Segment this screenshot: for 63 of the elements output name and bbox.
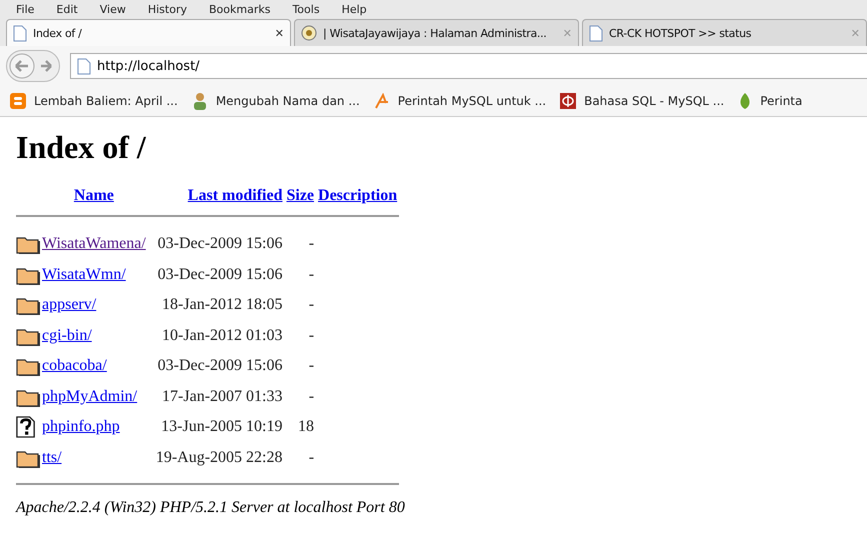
file-link[interactable]: WisataWmn/ <box>42 266 126 283</box>
file-size: - <box>308 235 314 252</box>
modified-date: 03-Dec-2009 15:06 <box>158 266 282 283</box>
page-icon <box>77 58 91 74</box>
forward-arrow-icon <box>39 59 53 73</box>
blog-icon <box>10 93 26 109</box>
leaf-icon <box>738 92 752 110</box>
file-size: - <box>308 448 314 466</box>
column-header-link[interactable]: Last modified <box>188 187 282 204</box>
column-header-link[interactable]: Name <box>74 187 114 204</box>
menu-item[interactable]: Bookmarks <box>206 3 272 16</box>
tab-title: CR-CK HOTSPOT >> status <box>609 26 752 40</box>
page-icon <box>589 24 603 42</box>
file-size: - <box>308 388 314 405</box>
browser-tab[interactable]: CR-CK HOTSPOT >> status ✕ <box>582 19 867 46</box>
file-size: - <box>308 296 314 314</box>
bookmark-item[interactable]: Lembah Baliem: April ... <box>10 93 178 109</box>
arrow-icon <box>374 93 390 109</box>
file-size: - <box>308 326 314 344</box>
menu-item[interactable]: History <box>146 3 189 16</box>
phi-icon <box>560 93 576 109</box>
file-link[interactable]: tts/ <box>42 448 62 466</box>
close-button[interactable]: ✕ <box>274 26 284 40</box>
question-file-icon <box>16 416 36 438</box>
file-size: 18 <box>298 418 314 436</box>
modified-date: 13-Jun-2005 10:19 <box>161 418 282 436</box>
menu-item[interactable]: Edit <box>54 3 80 16</box>
modified-date: 10-Jan-2012 01:03 <box>162 326 282 344</box>
bookmark-item[interactable]: Mengubah Nama dan ... <box>192 92 360 110</box>
file-link[interactable]: appserv/ <box>42 296 96 314</box>
menu-item[interactable]: View <box>98 3 128 16</box>
menu-item[interactable]: Tools <box>290 3 322 16</box>
person-icon <box>192 92 208 110</box>
file-link[interactable]: phpMyAdmin/ <box>42 388 138 405</box>
tab-title: | WisataJayawijaya : Halaman Administra... <box>323 26 548 40</box>
page-icon <box>13 24 27 42</box>
browser-tab[interactable]: Index of / ✕ <box>6 19 291 46</box>
url-text: http://localhost/ <box>97 58 200 74</box>
file-link[interactable]: WisataWamena/ <box>42 235 146 252</box>
modified-date: 03-Dec-2009 15:06 <box>158 235 282 252</box>
menu-item[interactable]: File <box>14 3 36 16</box>
emblem-icon <box>301 25 317 41</box>
file-size: - <box>308 266 314 283</box>
bookmark-item[interactable]: Bahasa SQL - MySQL ... <box>560 93 724 109</box>
menu-item[interactable]: Help <box>340 3 369 16</box>
server-signature: Apache/2.2.4 (Win32) PHP/5.2.1 Server at localhost Port 80 <box>16 499 406 517</box>
address-field[interactable]: http://localhost/ <box>70 53 867 79</box>
file-size: - <box>308 357 314 374</box>
back-forward-buttons[interactable] <box>6 50 60 82</box>
modified-date: 17-Jan-2007 01:33 <box>162 388 282 405</box>
modified-date: 19-Aug-2005 22:28 <box>156 448 282 466</box>
tab-title: Index of / <box>33 26 83 40</box>
file-link[interactable]: cgi-bin/ <box>42 326 92 344</box>
bookmark-item[interactable]: Perinta <box>738 92 802 110</box>
column-header-link[interactable]: Size <box>286 187 314 204</box>
file-link[interactable]: phpinfo.php <box>42 418 120 436</box>
modified-date: 18-Jan-2012 18:05 <box>162 296 282 314</box>
column-header-link[interactable]: Description <box>318 187 398 204</box>
browser-tab[interactable]: | WisataJayawijaya : Halaman Administra... ✕ <box>294 19 579 46</box>
file-link[interactable]: cobacoba/ <box>42 357 107 374</box>
bookmark-item[interactable]: Perintah MySQL untuk ... <box>374 93 546 109</box>
page-heading: Index of / <box>16 129 147 165</box>
modified-date: 03-Dec-2009 15:06 <box>158 357 282 374</box>
